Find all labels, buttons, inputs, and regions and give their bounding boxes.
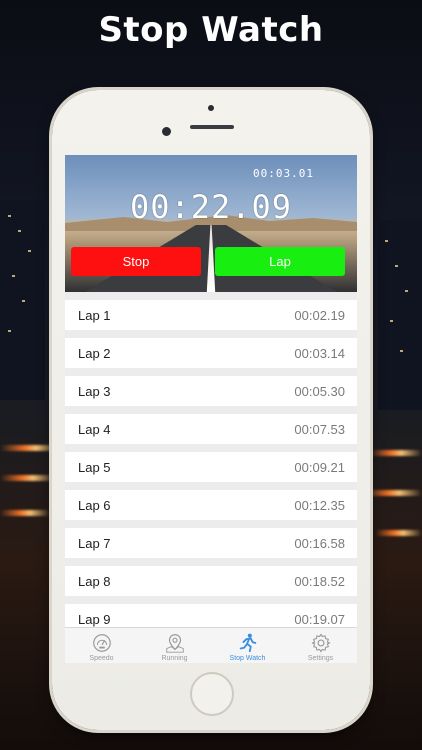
speedometer-icon <box>92 634 111 652</box>
list-item[interactable]: Lap 2 00:03.14 <box>65 338 357 368</box>
current-lap-time: 00:03.01 <box>253 167 314 180</box>
stop-button[interactable]: Stop <box>71 247 201 276</box>
lap-time: 00:12.35 <box>294 497 345 513</box>
map-pin-icon <box>165 634 184 653</box>
tab-label: Running <box>161 655 188 662</box>
lap-label: Lap 6 <box>78 497 111 513</box>
lap-label: Lap 5 <box>78 459 111 475</box>
lap-label: Lap 3 <box>78 383 111 399</box>
lap-label: Lap 7 <box>78 535 111 551</box>
earpiece-speaker <box>190 125 234 129</box>
list-item[interactable]: Lap 9 00:19.07 <box>65 604 357 627</box>
list-item[interactable]: Lap 8 00:18.52 <box>65 566 357 596</box>
lap-label: Lap 9 <box>78 611 111 627</box>
lap-time: 00:03.14 <box>294 345 345 361</box>
tab-running[interactable]: Running <box>138 628 211 663</box>
lap-time: 00:18.52 <box>294 573 345 589</box>
stopwatch-header: 00:03.01 00:22.09 Stop Lap <box>65 155 357 292</box>
tab-settings[interactable]: Settings <box>284 628 357 663</box>
front-camera <box>162 127 171 136</box>
lap-label: Lap 4 <box>78 421 111 437</box>
elapsed-time: 00:22.09 <box>129 188 293 226</box>
list-item[interactable]: Lap 6 00:12.35 <box>65 490 357 520</box>
lap-label: Lap 2 <box>78 345 111 361</box>
lap-time: 00:05.30 <box>294 383 345 399</box>
lap-time: 00:19.07 <box>294 611 345 627</box>
tab-label: Stop Watch <box>229 655 266 662</box>
gear-icon <box>311 633 330 653</box>
lap-label: Lap 1 <box>78 307 111 323</box>
app-screen: 00:03.01 00:22.09 Stop Lap Lap 1 00:02.1… <box>65 155 357 663</box>
lap-time: 00:16.58 <box>294 535 345 551</box>
lap-time: 00:07.53 <box>294 421 345 437</box>
headline: Stop Watch <box>98 10 324 50</box>
list-item[interactable]: Lap 7 00:16.58 <box>65 528 357 558</box>
home-button[interactable] <box>190 672 234 716</box>
tab-stop-watch[interactable]: Stop Watch <box>211 628 284 663</box>
list-item[interactable]: Lap 5 00:09.21 <box>65 452 357 482</box>
phone-frame: 00:03.01 00:22.09 Stop Lap Lap 1 00:02.1… <box>52 90 370 730</box>
lap-list[interactable]: Lap 1 00:02.19 Lap 2 00:03.14 Lap 3 00:0… <box>65 300 357 627</box>
lap-time: 00:02.19 <box>294 307 345 323</box>
tab-label: Settings <box>307 655 334 662</box>
tab-speedo[interactable]: Speedo <box>65 628 138 663</box>
tab-bar: Speedo Running Stop Watch Settings <box>65 627 357 663</box>
tab-label: Speedo <box>89 655 114 662</box>
lap-label: Lap 8 <box>78 573 111 589</box>
phone-sensor <box>208 105 214 111</box>
list-item[interactable]: Lap 4 00:07.53 <box>65 414 357 444</box>
list-item[interactable]: Lap 1 00:02.19 <box>65 300 357 330</box>
list-item[interactable]: Lap 3 00:05.30 <box>65 376 357 406</box>
running-person-icon <box>239 633 256 653</box>
lap-time: 00:09.21 <box>294 459 345 475</box>
lap-button[interactable]: Lap <box>215 247 345 276</box>
